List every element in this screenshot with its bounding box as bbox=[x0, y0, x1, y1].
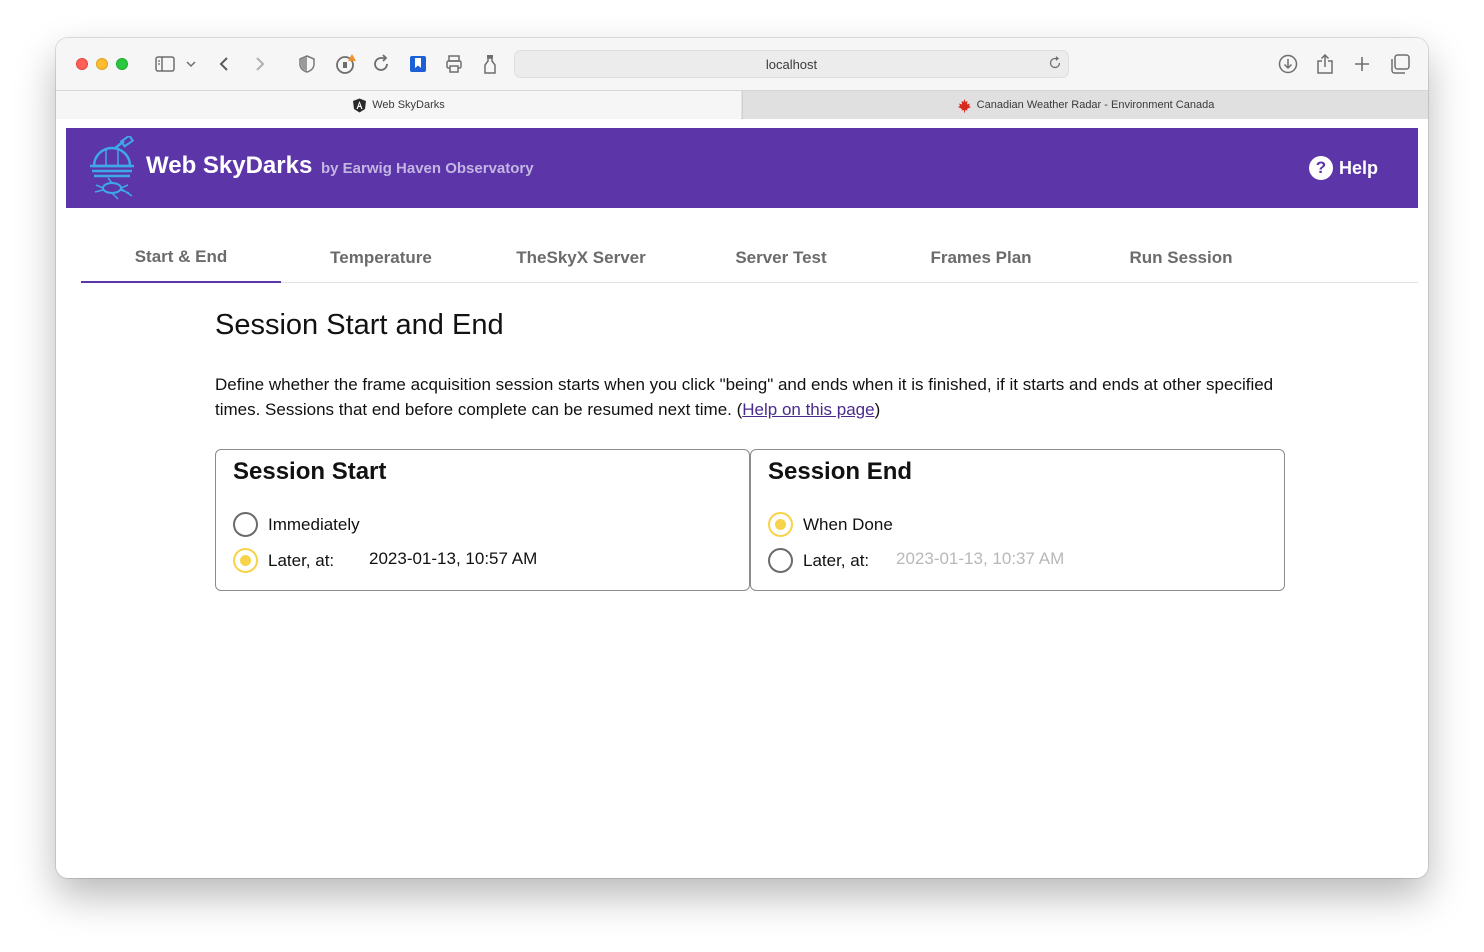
minimize-window-button[interactable] bbox=[96, 58, 108, 70]
tab-server-test[interactable]: Server Test bbox=[681, 232, 881, 283]
session-boxes: Session Start Immediately Later, at: 202… bbox=[215, 449, 1285, 591]
description-end: ) bbox=[874, 400, 881, 419]
session-start-title: Session Start bbox=[233, 458, 387, 485]
tab-temperature[interactable]: Temperature bbox=[281, 232, 481, 283]
app-subtitle: by Earwig Haven Observatory bbox=[321, 160, 534, 177]
app-header: Web SkyDarks by Earwig Haven Observatory… bbox=[66, 128, 1418, 208]
session-end-box: Session End When Done Later, at: 2023-01… bbox=[750, 449, 1285, 591]
browser-tab-bar: Web SkyDarks Canadian Weather Radar - En… bbox=[56, 90, 1428, 119]
tab-frames-plan[interactable]: Frames Plan bbox=[881, 232, 1081, 283]
end-later-label: Later, at: bbox=[803, 550, 870, 570]
bottle-extension-icon[interactable] bbox=[482, 52, 498, 76]
tab-theskyx-server[interactable]: TheSkyX Server bbox=[481, 232, 681, 283]
start-later-label: Later, at: bbox=[268, 550, 335, 570]
start-immediately-label: Immediately bbox=[268, 514, 360, 534]
extension-alert-icon[interactable] bbox=[335, 52, 359, 76]
start-later-option[interactable]: Later, at: bbox=[233, 548, 334, 573]
help-icon: ? bbox=[1308, 156, 1333, 180]
help-button[interactable]: ? Help bbox=[1308, 156, 1378, 180]
main-content: Session Start and End Define whether the… bbox=[215, 309, 1285, 591]
end-when-done-option[interactable]: When Done bbox=[768, 512, 893, 537]
web-page: Web SkyDarks by Earwig Haven Observatory… bbox=[56, 119, 1428, 878]
end-datetime-field[interactable]: 2023-01-13, 10:37 AM bbox=[896, 549, 1064, 569]
angular-icon bbox=[352, 98, 367, 113]
start-immediately-option[interactable]: Immediately bbox=[233, 512, 360, 537]
bookmark-icon[interactable] bbox=[408, 52, 428, 76]
app-title: Web SkyDarks bbox=[146, 152, 313, 179]
end-when-done-label: When Done bbox=[803, 514, 893, 534]
reload-icon[interactable] bbox=[1048, 56, 1062, 75]
start-immediately-radio[interactable] bbox=[233, 512, 258, 537]
browser-tab-weather-radar[interactable]: Canadian Weather Radar - Environment Can… bbox=[742, 91, 1428, 119]
back-icon[interactable] bbox=[216, 52, 232, 76]
tab-run-session[interactable]: Run Session bbox=[1081, 232, 1281, 283]
session-end-title: Session End bbox=[768, 458, 913, 485]
observatory-logo bbox=[84, 134, 140, 200]
browser-toolbar: localhost bbox=[56, 38, 1428, 90]
close-window-button[interactable] bbox=[76, 58, 88, 70]
end-later-option[interactable]: Later, at: bbox=[768, 548, 869, 573]
downloads-icon[interactable] bbox=[1278, 52, 1298, 76]
browser-tab-web-skydarks[interactable]: Web SkyDarks bbox=[56, 91, 741, 119]
tab-title: Web SkyDarks bbox=[372, 99, 445, 111]
new-tab-icon[interactable] bbox=[1352, 52, 1372, 76]
url-text: localhost bbox=[765, 57, 818, 72]
help-on-this-page-link[interactable]: Help on this page bbox=[742, 400, 874, 419]
forward-icon[interactable] bbox=[252, 52, 268, 76]
browser-window: localhost Web SkyDarks Canadian Weather … bbox=[56, 38, 1428, 878]
page-title: Session Start and End bbox=[215, 309, 504, 341]
end-when-done-radio[interactable] bbox=[768, 512, 793, 537]
tab-overview-icon[interactable] bbox=[1389, 52, 1411, 76]
share-icon[interactable] bbox=[1315, 52, 1335, 76]
shield-icon[interactable] bbox=[298, 52, 316, 76]
tab-start-end[interactable]: Start & End bbox=[81, 232, 281, 283]
start-later-radio[interactable] bbox=[233, 548, 258, 573]
end-later-radio[interactable] bbox=[768, 548, 793, 573]
tab-title: Canadian Weather Radar - Environment Can… bbox=[976, 99, 1215, 111]
page-description: Define whether the frame acquisition ses… bbox=[215, 372, 1275, 422]
chevron-down-icon[interactable] bbox=[184, 52, 198, 76]
refresh-extension-icon[interactable] bbox=[371, 52, 391, 76]
start-datetime-field[interactable]: 2023-01-13, 10:57 AM bbox=[369, 549, 537, 569]
maple-leaf-icon bbox=[957, 98, 972, 113]
sidebar-toggle-icon[interactable] bbox=[153, 52, 177, 76]
help-label: Help bbox=[1338, 157, 1378, 178]
session-start-box: Session Start Immediately Later, at: 202… bbox=[215, 449, 750, 591]
printer-icon[interactable] bbox=[445, 52, 463, 76]
zoom-window-button[interactable] bbox=[116, 58, 128, 70]
nav-tabs: Start & End Temperature TheSkyX Server S… bbox=[81, 232, 1418, 283]
address-bar[interactable]: localhost bbox=[514, 50, 1069, 78]
